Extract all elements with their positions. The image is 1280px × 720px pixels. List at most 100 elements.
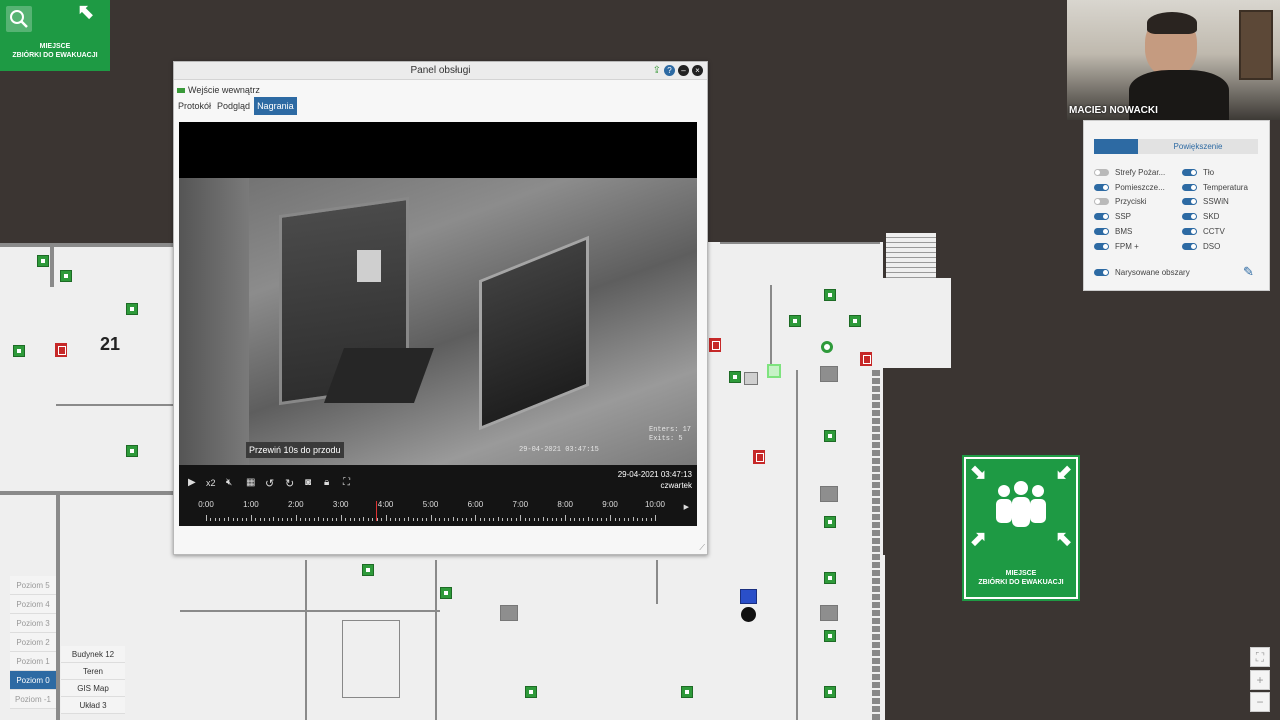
layer-row[interactable]: SSWiN [1182,197,1229,206]
floor-item[interactable]: Poziom -1 [10,690,56,709]
layer-toggle[interactable] [1182,198,1197,206]
floor-item[interactable]: Poziom 0 [10,671,56,690]
tab-protocol[interactable]: Protokół [176,97,213,115]
exit-marker[interactable] [824,430,836,442]
layer-row-drawn-areas[interactable]: Narysowane obszary [1094,268,1190,277]
sensor-icon[interactable] [821,341,833,353]
cctv-camera-icon[interactable] [740,589,757,604]
layer-toggle[interactable] [1182,213,1197,221]
exit-marker[interactable] [362,564,374,576]
timeline-scrubber[interactable]: ▶ 0:00 1:00 2:00 3:00 4:00 5:00 6:00 7:00 8:00 9:… [179,495,697,523]
minimize-icon[interactable]: – [678,65,689,76]
building-item[interactable]: Układ 3 [61,697,125,714]
floor-item[interactable]: Poziom 1 [10,652,56,671]
layer-row[interactable]: Strefy Pożar... [1094,168,1165,177]
zoom-button[interactable]: Powiększenie [1138,139,1258,154]
layer-row[interactable]: Przyciski [1094,197,1147,206]
exit-marker[interactable] [824,686,836,698]
exit-marker[interactable] [126,303,138,315]
timeline-tick [399,518,401,521]
layer-row[interactable]: Tło [1182,168,1214,177]
calendar-icon[interactable]: ▦ [246,477,255,488]
exit-marker[interactable] [525,686,537,698]
pin-icon[interactable]: ⇪ [653,65,661,76]
dome-camera-icon[interactable] [741,607,756,622]
lock-icon[interactable]: 🔒︎ [324,477,329,488]
timeline-next-icon[interactable]: ▶ [684,503,689,511]
layer-toggle[interactable] [1094,183,1109,191]
building-item[interactable]: Budynek 12 [61,646,125,663]
layer-toggle[interactable] [1182,242,1197,250]
floor-item[interactable]: Poziom 5 [10,576,56,595]
fire-alarm-marker[interactable] [753,450,765,464]
layer-row[interactable]: FPM + [1094,242,1139,251]
exit-marker[interactable] [60,270,72,282]
layer-row[interactable]: Temperatura [1182,183,1248,192]
fire-alarm-marker[interactable] [55,343,67,357]
exit-marker[interactable] [824,516,836,528]
help-icon[interactable]: ? [664,65,675,76]
exit-marker[interactable] [849,315,861,327]
exit-marker[interactable] [126,445,138,457]
floor-item[interactable]: Poziom 4 [10,595,56,614]
video-player[interactable]: Przewiń 10s do przodu 29-04-2021 03:47:1… [179,122,697,526]
exit-marker[interactable] [13,345,25,357]
exit-marker[interactable] [789,315,801,327]
exit-marker[interactable] [824,630,836,642]
fire-alarm-marker[interactable] [709,338,721,352]
layers-toggle-button[interactable] [1094,139,1138,154]
exit-marker[interactable] [824,289,836,301]
snapshot-icon[interactable]: ◙ [305,477,311,488]
floor-item[interactable]: Poziom 3 [10,614,56,633]
layer-row[interactable]: BMS [1094,227,1132,236]
layer-toggle[interactable] [1182,169,1197,176]
device-box[interactable] [820,605,838,621]
layer-toggle[interactable] [1094,242,1109,250]
layer-row[interactable]: SSP [1094,212,1131,221]
close-icon[interactable]: × [692,65,703,76]
device-box[interactable] [820,486,838,502]
door-sensor-icon[interactable] [767,364,781,378]
layer-toggle[interactable] [1182,227,1197,235]
exit-marker[interactable] [681,686,693,698]
play-icon[interactable]: ▶ [188,477,196,488]
forward-10s-icon[interactable]: ↻ [285,477,294,490]
exit-marker[interactable] [729,371,741,383]
fit-view-icon[interactable]: ⛶ [1250,647,1270,667]
door-window [357,250,381,282]
panel-title-bar[interactable]: Panel obsługi ⇪ ? – × [174,62,707,80]
zoom-in-button[interactable]: + [1250,670,1270,690]
fire-alarm-marker[interactable] [860,352,872,366]
layer-toggle[interactable] [1094,169,1109,176]
layer-toggle[interactable] [1094,269,1109,276]
layer-toggle[interactable] [1094,213,1109,221]
pencil-icon[interactable]: ✎ [1243,264,1259,280]
speed-button[interactable]: x2 [206,478,216,488]
layer-row[interactable]: SKD [1182,212,1219,221]
device-box[interactable] [820,366,838,382]
floor-item[interactable]: Poziom 2 [10,633,56,652]
exit-marker[interactable] [440,587,452,599]
tab-preview[interactable]: Podgląd [215,97,252,115]
layer-row[interactable]: DSO [1182,242,1220,251]
exit-marker[interactable] [824,572,836,584]
wall [342,620,400,698]
mute-icon[interactable]: 🔇︎ [226,477,232,488]
zoom-out-button[interactable]: − [1250,692,1270,712]
building-item[interactable]: GIS Map [61,680,125,697]
layer-row[interactable]: CCTV [1182,227,1225,236]
layer-row[interactable]: Pomieszcze... [1094,183,1165,192]
search-icon[interactable] [6,6,32,32]
layer-toggle[interactable] [1094,198,1109,206]
layer-toggle[interactable] [1182,183,1197,191]
fullscreen-icon[interactable]: ⛶ [343,477,350,488]
device-box[interactable] [744,372,758,385]
building-item[interactable]: Teren [61,663,125,680]
device-box[interactable] [500,605,518,621]
rewind-10s-icon[interactable]: ↺ [265,477,274,490]
control-panel[interactable]: Panel obsługi ⇪ ? – × Wejście wewnątrz P… [173,61,708,555]
tab-recordings[interactable]: Nagrania [254,97,297,115]
resize-handle-icon[interactable]: ⟋ [699,543,705,553]
layer-toggle[interactable] [1094,227,1109,235]
exit-marker[interactable] [37,255,49,267]
